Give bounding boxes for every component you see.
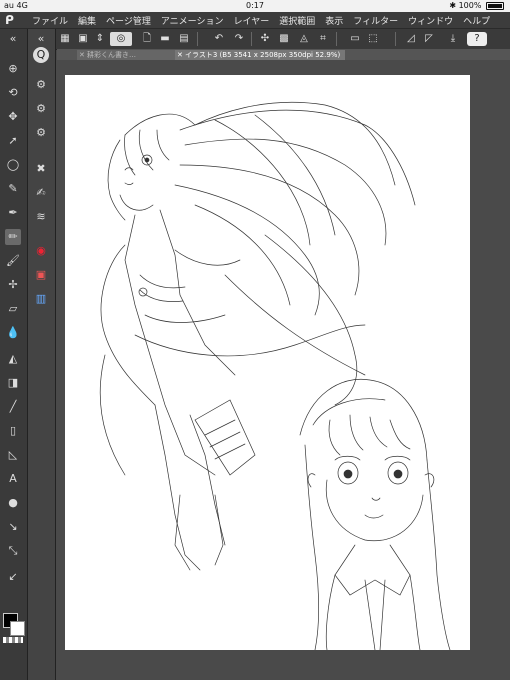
gradient-icon[interactable]: ◨ (5, 375, 21, 391)
transform-icon[interactable]: ✣ (258, 32, 272, 46)
sub-view-icon[interactable]: ✍ (33, 185, 49, 201)
drawing-canvas[interactable] (65, 75, 470, 650)
correct-line-icon[interactable]: ↘ (5, 519, 21, 535)
balloon-icon[interactable]: ● (5, 495, 21, 511)
ruler-tool-icon[interactable]: ◺ (5, 447, 21, 463)
status-bar: au 4G 0:17 ✱ 100% (0, 0, 510, 12)
menu-bar: ᑭ ファイル 編集 ページ管理 アニメーション レイヤー 選択範囲 表示 フィル… (0, 12, 510, 29)
hand-icon[interactable]: ↙ (5, 569, 21, 585)
line-icon[interactable]: ╱ (5, 399, 21, 415)
open-folder-icon[interactable]: ▬ (158, 32, 172, 46)
correct-line-2-icon[interactable]: ⤡ (5, 543, 21, 559)
quick-access-icon[interactable]: Q (33, 47, 49, 63)
zoom-icon[interactable]: ⊕ (5, 61, 21, 77)
close-tab-icon[interactable]: ✕ (79, 50, 85, 60)
menu-help[interactable]: ヘルプ (463, 14, 490, 27)
layout-icon[interactable]: ▣ (76, 32, 90, 46)
eyedropper-icon[interactable]: ✎ (5, 181, 21, 197)
tab-document-1[interactable]: ✕ 耕彩くん書き… (77, 50, 183, 60)
pen-icon[interactable]: ✒ (5, 205, 21, 221)
sub-tool-palette: « Q ⚙ ⚙ ⚙ ✖ ✍ ≋ ◉ ▣ ▥ (28, 29, 56, 680)
undo-icon[interactable]: ↶ (212, 32, 226, 46)
collapse-icon[interactable]: « (5, 31, 21, 47)
color-wheel-icon[interactable]: ◉ (33, 243, 49, 259)
battery-percent: 100% (458, 1, 482, 10)
color-history-icon[interactable]: ▥ (33, 291, 49, 307)
paint-bucket-icon[interactable]: ◬ (297, 32, 311, 46)
perspective-icon[interactable]: ◸ (422, 32, 436, 46)
menu-selection[interactable]: 選択範囲 (279, 14, 315, 27)
menu-filter[interactable]: フィルター (353, 14, 398, 27)
menu-view[interactable]: 表示 (325, 14, 343, 27)
layer-icon[interactable]: ≋ (33, 209, 49, 225)
fill-selection-icon[interactable]: ▩ (277, 32, 291, 46)
command-bar: ▦ ▣ ⇕ ◎ 🗋 ▬ ▤ ↶ ↷ ✣ ▩ ◬ ⌗ ▭ ⬚ ◿ ◸ ⤓ ? (0, 29, 510, 50)
fill-icon[interactable]: ◭ (5, 351, 21, 367)
sketch-artwork (99, 101, 451, 650)
new-file-icon[interactable]: 🗋 (140, 32, 154, 46)
bluetooth-icon: ✱ (449, 1, 457, 10)
redo-icon[interactable]: ↷ (232, 32, 246, 46)
menu-animation[interactable]: アニメーション (161, 14, 224, 27)
menu-window[interactable]: ウィンドウ (408, 14, 453, 27)
snap-icon[interactable]: ⤓ (446, 32, 460, 46)
menu-layer[interactable]: レイヤー (234, 14, 270, 27)
menu-page[interactable]: ページ管理 (106, 14, 151, 27)
crop-icon[interactable]: ⌗ (316, 32, 330, 46)
text-icon[interactable]: A (5, 471, 21, 487)
battery-icon (486, 1, 504, 10)
menu-list: ファイル 編集 ページ管理 アニメーション レイヤー 選択範囲 表示 フィルター… (32, 14, 490, 27)
tool-palette: « ⊕ ⟲ ✥ ➚ ◯ ✎ ✒ ✏ 🖌 ✢ ▱ 💧 ◭ ◨ ╱ ▯ ◺ A ● … (0, 29, 28, 680)
close-tab-icon[interactable]: ✕ (177, 50, 183, 60)
airbrush-icon[interactable]: ✢ (5, 277, 21, 293)
eraser-icon[interactable]: ▱ (5, 301, 21, 317)
updown-icon[interactable]: ⇕ (93, 32, 107, 46)
menu-file[interactable]: ファイル (32, 14, 68, 27)
transparent-color-swatch[interactable] (3, 637, 23, 643)
tab-label: イラスト3 (B5 3541 x 2508px 350dpi 52.9%) (185, 51, 341, 59)
grid-menu-icon[interactable]: ▦ (58, 32, 72, 46)
deselect-icon[interactable]: ⬚ (366, 32, 380, 46)
app-menu-button[interactable]: ◎ (110, 32, 132, 46)
blend-icon[interactable]: 💧 (5, 325, 21, 341)
frame-icon[interactable]: ▯ (5, 423, 21, 439)
right-panel-area (478, 60, 510, 680)
menu-edit[interactable]: 編集 (78, 14, 96, 27)
save-icon[interactable]: ▤ (177, 32, 191, 46)
move-icon[interactable]: ✥ (5, 109, 21, 125)
collapse-icon[interactable]: « (33, 31, 49, 47)
lasso-icon[interactable]: ◯ (5, 157, 21, 173)
rotate-icon[interactable]: ⟲ (5, 85, 21, 101)
brush-size-icon[interactable]: ⚙ (33, 125, 49, 141)
brush-icon[interactable]: 🖌 (5, 253, 21, 269)
navigator-icon[interactable]: ✖ (33, 161, 49, 177)
help-icon[interactable]: ? (467, 32, 487, 46)
color-set-icon[interactable]: ▣ (33, 267, 49, 283)
clear-icon[interactable]: ▭ (348, 32, 362, 46)
tab-document-2[interactable]: ✕ イラスト3 (B5 3541 x 2508px 350dpi 52.9%) (175, 50, 345, 60)
tab-label: 耕彩くん書き… (87, 51, 136, 59)
sub-tool-icon[interactable]: ⚙ (33, 77, 49, 93)
clock: 0:17 (246, 1, 264, 10)
object-select-icon[interactable]: ➚ (5, 133, 21, 149)
app-logo-icon[interactable]: ᑭ (5, 13, 19, 27)
document-tab-bar: ✕ 耕彩くん書き… ✕ イラスト3 (B5 3541 x 2508px 350d… (57, 49, 510, 60)
background-color-swatch[interactable] (10, 621, 25, 636)
ruler-icon[interactable]: ◿ (404, 32, 418, 46)
pencil-icon[interactable]: ✏ (5, 229, 21, 245)
tool-property-icon[interactable]: ⚙ (33, 101, 49, 117)
